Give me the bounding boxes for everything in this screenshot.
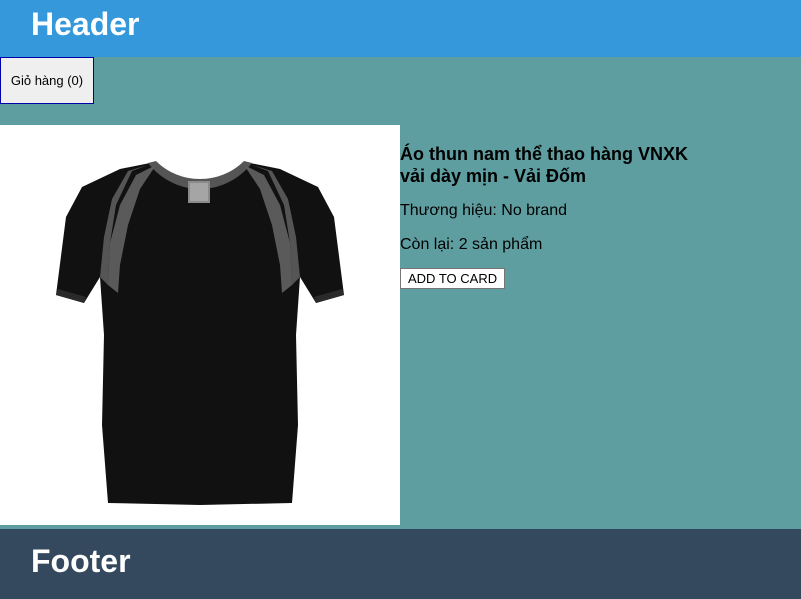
product-title: Áo thun nam thể thao hàng VNXK vải dày m… xyxy=(400,143,730,187)
shirt-body xyxy=(56,163,344,505)
product-stock: Còn lại: 2 sản phẩm xyxy=(400,236,543,253)
add-to-cart-button[interactable]: ADD TO CARD xyxy=(400,268,506,289)
product-title-line2: vải dày mịn - Vải Đốm xyxy=(400,166,587,186)
cart-button[interactable]: Giỏ hàng (0) xyxy=(0,57,94,104)
footer-title: Footer xyxy=(31,543,131,579)
product-info: Áo thun nam thể thao hàng VNXK vải dày m… xyxy=(400,125,730,289)
page-header: Header xyxy=(0,0,801,57)
product-title-line1: Áo thun nam thể thao hàng VNXK xyxy=(400,144,688,164)
product-image xyxy=(0,125,400,525)
tshirt-icon xyxy=(56,161,344,505)
page-footer: Footer xyxy=(0,529,801,599)
header-title: Header xyxy=(31,6,140,42)
product-brand: Thương hiệu: No brand xyxy=(400,202,568,219)
